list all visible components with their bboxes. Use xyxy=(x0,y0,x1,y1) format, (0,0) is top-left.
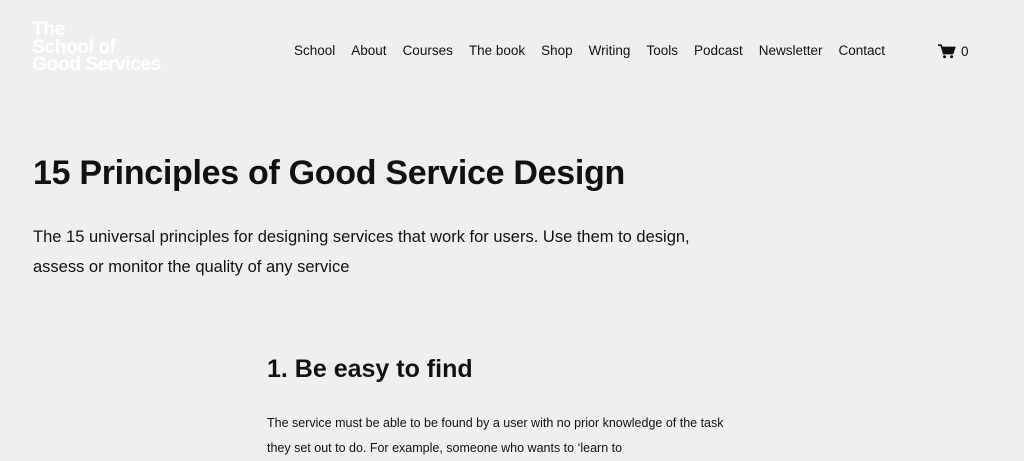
cart-icon xyxy=(938,43,956,59)
page-title: 15 Principles of Good Service Design xyxy=(33,154,625,192)
nav-item-writing[interactable]: Writing xyxy=(589,42,631,60)
nav-item-contact[interactable]: Contact xyxy=(839,42,886,60)
nav-item-podcast[interactable]: Podcast xyxy=(694,42,743,60)
nav-item-tools[interactable]: Tools xyxy=(646,42,678,60)
page-intro: The 15 universal principles for designin… xyxy=(33,228,690,276)
nav-item-about[interactable]: About xyxy=(351,42,386,60)
nav-item-courses[interactable]: Courses xyxy=(403,42,453,60)
site-logo[interactable]: The School of Good Services xyxy=(32,20,232,75)
cart-count: 0 xyxy=(961,43,969,59)
main-nav: School About Courses The book Shop Writi… xyxy=(294,42,885,60)
nav-item-school[interactable]: School xyxy=(294,42,335,60)
nav-item-the-book[interactable]: The book xyxy=(469,42,525,60)
section-heading: 1. Be easy to find xyxy=(267,355,473,383)
nav-item-shop[interactable]: Shop xyxy=(541,42,573,60)
cart-button[interactable]: 0 xyxy=(938,42,969,60)
section-body: The service must be able to be found by … xyxy=(267,416,724,455)
nav-item-newsletter[interactable]: Newsletter xyxy=(759,42,823,60)
logo-line-3: Good Services xyxy=(32,53,161,75)
